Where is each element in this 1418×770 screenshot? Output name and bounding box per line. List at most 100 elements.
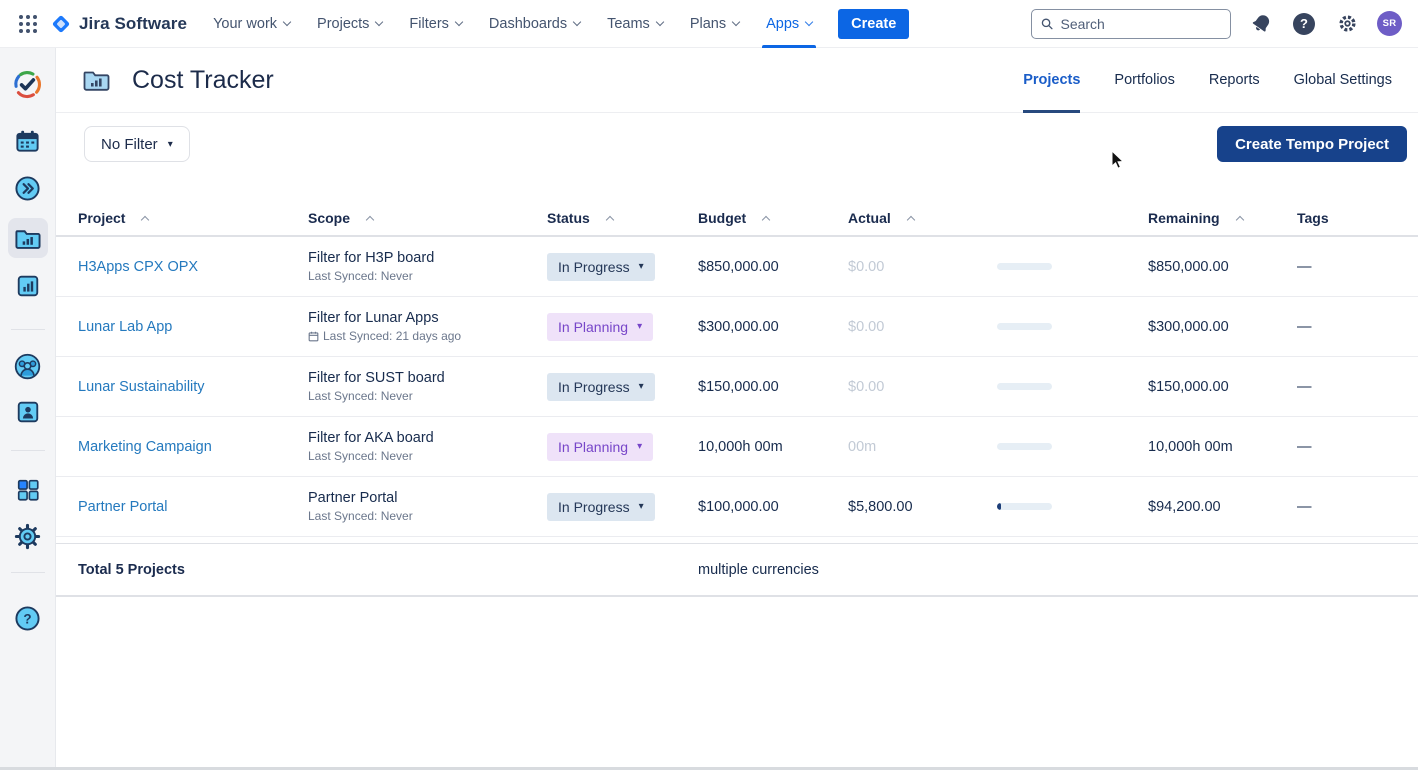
tab-reports[interactable]: Reports [1209,48,1260,113]
projects-table: Project Scope Status Budget Actual Remai… [56,200,1418,597]
column-header-scope[interactable]: Scope [308,210,547,226]
project-link[interactable]: H3Apps CPX OPX [78,259,198,275]
sidebar-quick-actions-icon[interactable] [14,175,41,202]
sidebar-teams-icon[interactable] [13,352,42,381]
project-link[interactable]: Lunar Lab App [78,319,172,335]
total-projects-label: Total 5 Projects [78,562,698,578]
nav-right-cluster: ? SR [1031,9,1402,39]
page-title: Cost Tracker [132,66,274,95]
search-icon [1041,17,1053,31]
table-row: Lunar Lab App Filter for Lunar Apps Last… [56,297,1418,357]
column-header-remaining[interactable]: Remaining [1148,210,1297,226]
actual-value: $0.00 [848,259,884,275]
settings-gear-icon[interactable] [1334,11,1360,37]
create-tempo-project-button[interactable]: Create Tempo Project [1217,126,1407,162]
caret-down-icon: ▾ [637,322,642,332]
sort-up-icon [606,215,614,223]
status-dropdown[interactable]: In Progress▾ [547,373,655,401]
top-navigation: Jira Software Your work Projects Filters… [0,0,1418,48]
caret-down-icon: ▾ [639,382,644,392]
tab-portfolios[interactable]: Portfolios [1114,48,1174,113]
calendar-small-icon [308,331,319,342]
chevron-down-icon [573,17,581,25]
column-header-tags: Tags [1297,210,1418,226]
table-body: H3Apps CPX OPX Filter for H3P board Last… [56,237,1418,537]
budget-value: $850,000.00 [698,259,779,275]
app-window: Jira Software Your work Projects Filters… [0,0,1418,770]
table-row: Lunar Sustainability Filter for SUST boa… [56,357,1418,417]
column-header-project[interactable]: Project [78,210,308,226]
filter-dropdown[interactable]: No Filter▾ [84,126,190,162]
jira-logo[interactable]: Jira Software [50,13,187,35]
tags-value: — [1297,499,1312,515]
notifications-bell-icon[interactable] [1248,11,1274,37]
caret-down-icon: ▾ [639,262,644,272]
scope-title: Filter for H3P board [308,250,547,266]
help-icon[interactable]: ? [1291,11,1317,37]
status-dropdown[interactable]: In Progress▾ [547,493,655,521]
column-header-budget[interactable]: Budget [698,210,848,226]
sidebar-help-icon[interactable]: ? [14,605,41,632]
create-button[interactable]: Create [838,9,909,39]
progress-bar [997,383,1052,390]
scope-sub: Last Synced: Never [308,389,547,403]
sidebar-settings-icon[interactable] [14,523,41,550]
sidebar-calendar-icon[interactable] [14,128,41,155]
chevron-down-icon [805,17,813,25]
sidebar-divider [11,572,45,573]
caret-down-icon: ▾ [637,442,642,452]
column-header-actual[interactable]: Actual [848,210,997,226]
budget-summary: multiple currencies [698,562,1148,578]
budget-value: $100,000.00 [698,499,779,515]
toolbar: No Filter▾ Create Tempo Project [84,126,1407,162]
budget-value: $300,000.00 [698,319,779,335]
project-link[interactable]: Partner Portal [78,499,167,515]
sort-up-icon [366,215,374,223]
jira-diamond-icon [50,13,72,35]
project-link[interactable]: Marketing Campaign [78,439,212,455]
remaining-value: $94,200.00 [1148,499,1221,515]
column-header-status[interactable]: Status [547,210,698,226]
menu-dashboards[interactable]: Dashboards [489,0,580,48]
menu-plans[interactable]: Plans [690,0,739,48]
menu-projects[interactable]: Projects [317,0,382,48]
cost-tracker-icon [82,66,110,94]
chevron-down-icon [375,17,383,25]
actual-value: $0.00 [848,319,884,335]
menu-your-work[interactable]: Your work [213,0,290,48]
remaining-value: $150,000.00 [1148,379,1229,395]
status-dropdown[interactable]: In Progress▾ [547,253,655,281]
chevron-down-icon [283,17,291,25]
table-row: Partner Portal Partner Portal Last Synce… [56,477,1418,537]
menu-filters[interactable]: Filters [409,0,461,48]
sidebar-cost-tracker-icon[interactable] [8,218,48,258]
tab-global-settings[interactable]: Global Settings [1294,48,1392,113]
scope-title: Filter for AKA board [308,430,547,446]
menu-teams[interactable]: Teams [607,0,663,48]
scope-sub: Last Synced: 21 days ago [308,329,547,343]
chevron-down-icon [455,17,463,25]
progress-bar [997,323,1052,330]
tempo-logo-icon[interactable] [13,70,42,99]
chevron-down-icon [656,17,664,25]
sidebar-reports-icon[interactable] [15,273,41,299]
progress-bar [997,263,1052,270]
tab-projects[interactable]: Projects [1023,48,1080,113]
remaining-value: $850,000.00 [1148,259,1229,275]
sort-up-icon [1235,215,1243,223]
sidebar-profile-icon[interactable] [15,399,41,425]
app-switcher-icon[interactable] [14,10,42,38]
main-menu: Your work Projects Filters Dashboards Te… [213,0,812,48]
user-avatar[interactable]: SR [1377,11,1402,36]
sidebar-apps-icon[interactable] [15,477,41,503]
tempo-sidebar: ? [0,48,56,767]
search-input[interactable] [1060,16,1221,32]
menu-apps[interactable]: Apps [766,0,812,48]
status-dropdown[interactable]: In Planning▾ [547,433,653,461]
search-box[interactable] [1031,9,1231,39]
sidebar-divider [11,450,45,451]
status-dropdown[interactable]: In Planning▾ [547,313,653,341]
project-link[interactable]: Lunar Sustainability [78,379,205,395]
app-title: Jira Software [79,14,187,34]
remaining-value: 10,000h 00m [1148,439,1233,455]
